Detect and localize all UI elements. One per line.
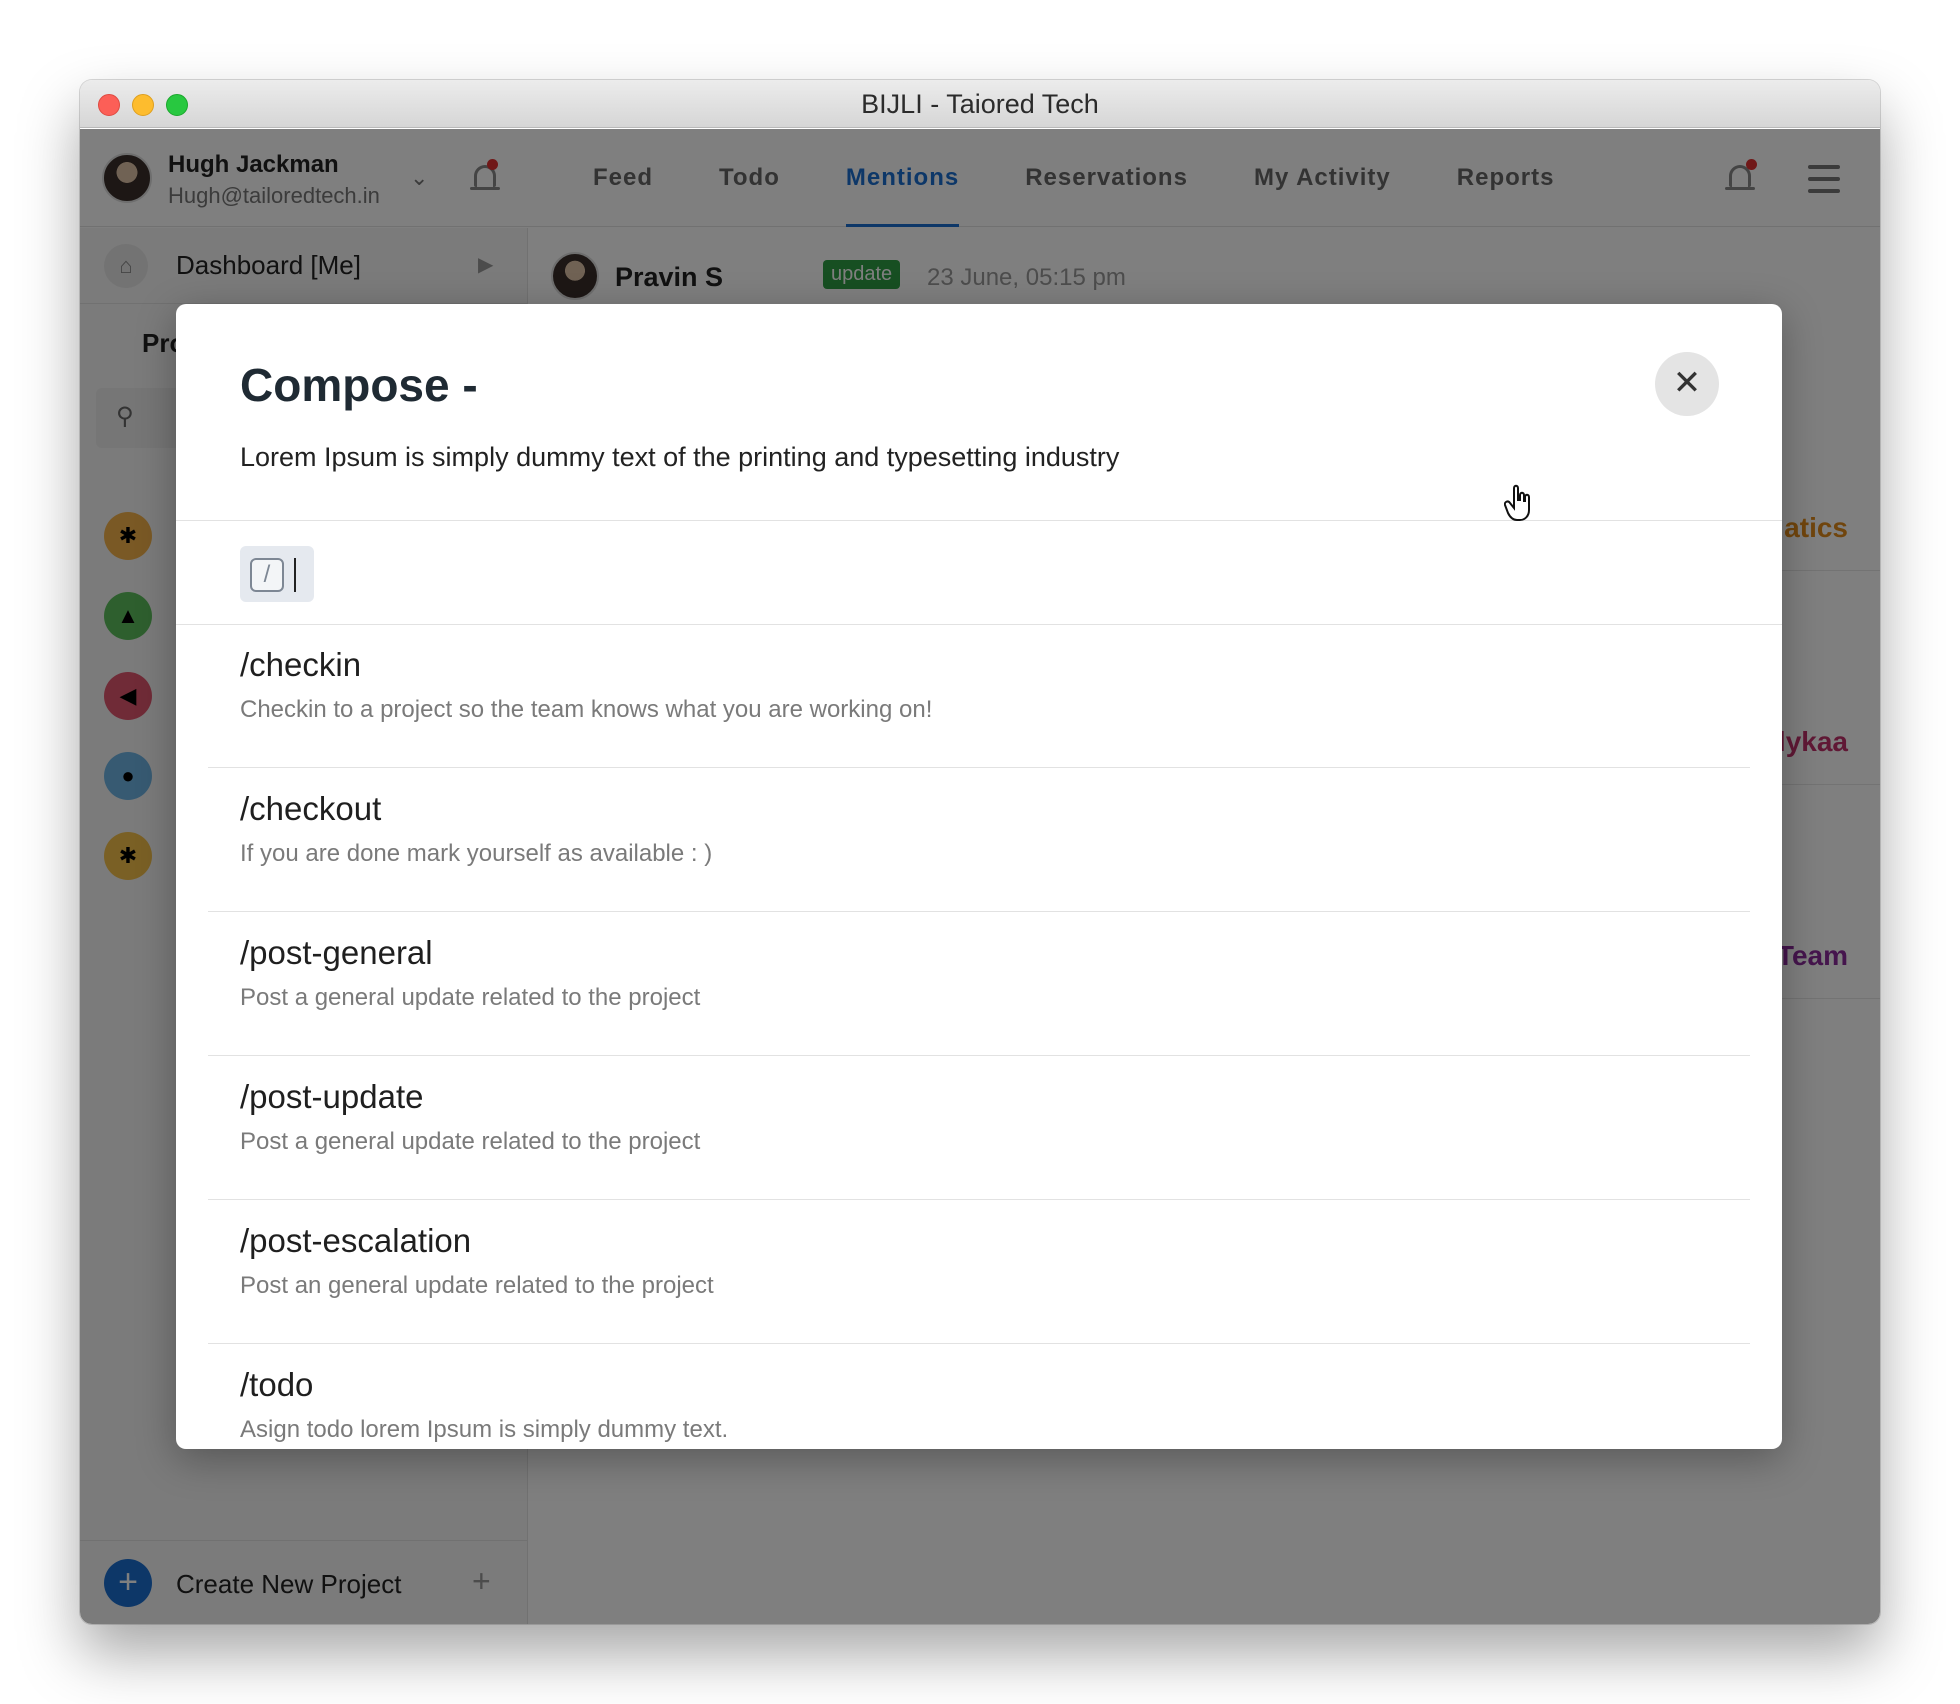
close-icon[interactable]: ✕ xyxy=(1655,352,1719,416)
modal-title: Compose - xyxy=(240,359,478,411)
text-caret xyxy=(294,558,296,592)
compose-modal: Compose - ✕ Lorem Ipsum is simply dummy … xyxy=(176,304,1782,1449)
hand-cursor-icon xyxy=(1504,484,1530,521)
divider xyxy=(176,520,1782,521)
command-name: /checkin xyxy=(240,646,362,683)
command-item-checkout[interactable]: /checkout If you are done mark yourself … xyxy=(176,768,1782,912)
app-window: BIJLI - Taiored Tech Hugh Jackman Hugh@t… xyxy=(80,80,1880,1624)
modal-subtitle: Lorem Ipsum is simply dummy text of the … xyxy=(240,442,1120,472)
command-list: /checkin Checkin to a project so the tea… xyxy=(176,624,1782,1449)
title-bar: BIJLI - Taiored Tech xyxy=(80,80,1880,128)
command-item-todo[interactable]: /todo Asign todo lorem Ipsum is simply d… xyxy=(176,1344,1782,1449)
command-name: /checkout xyxy=(240,790,382,827)
zoom-window-button[interactable] xyxy=(166,94,188,116)
close-window-button[interactable] xyxy=(98,94,120,116)
command-name: /post-general xyxy=(240,934,433,971)
command-input[interactable]: / xyxy=(240,546,314,602)
command-item-post-update[interactable]: /post-update Post a general update relat… xyxy=(176,1056,1782,1200)
command-name: /post-escalation xyxy=(240,1222,472,1259)
command-name: /todo xyxy=(240,1366,314,1403)
slash-command-icon: / xyxy=(250,558,284,592)
minimize-window-button[interactable] xyxy=(132,94,154,116)
command-item-post-escalation[interactable]: /post-escalation Post an general update … xyxy=(176,1200,1782,1344)
command-description: If you are done mark yourself as availab… xyxy=(240,840,713,867)
command-description: Asign todo lorem Ipsum is simply dummy t… xyxy=(240,1416,729,1443)
command-item-checkin[interactable]: /checkin Checkin to a project so the tea… xyxy=(176,624,1782,768)
command-item-post-general[interactable]: /post-general Post a general update rela… xyxy=(176,912,1782,1056)
command-description: Post a general update related to the pro… xyxy=(240,1128,701,1155)
command-description: Checkin to a project so the team knows w… xyxy=(240,696,933,723)
command-description: Post a general update related to the pro… xyxy=(240,984,701,1011)
command-description: Post an general update related to the pr… xyxy=(240,1272,714,1299)
command-name: /post-update xyxy=(240,1078,424,1115)
window-title: BIJLI - Taiored Tech xyxy=(861,89,1099,119)
